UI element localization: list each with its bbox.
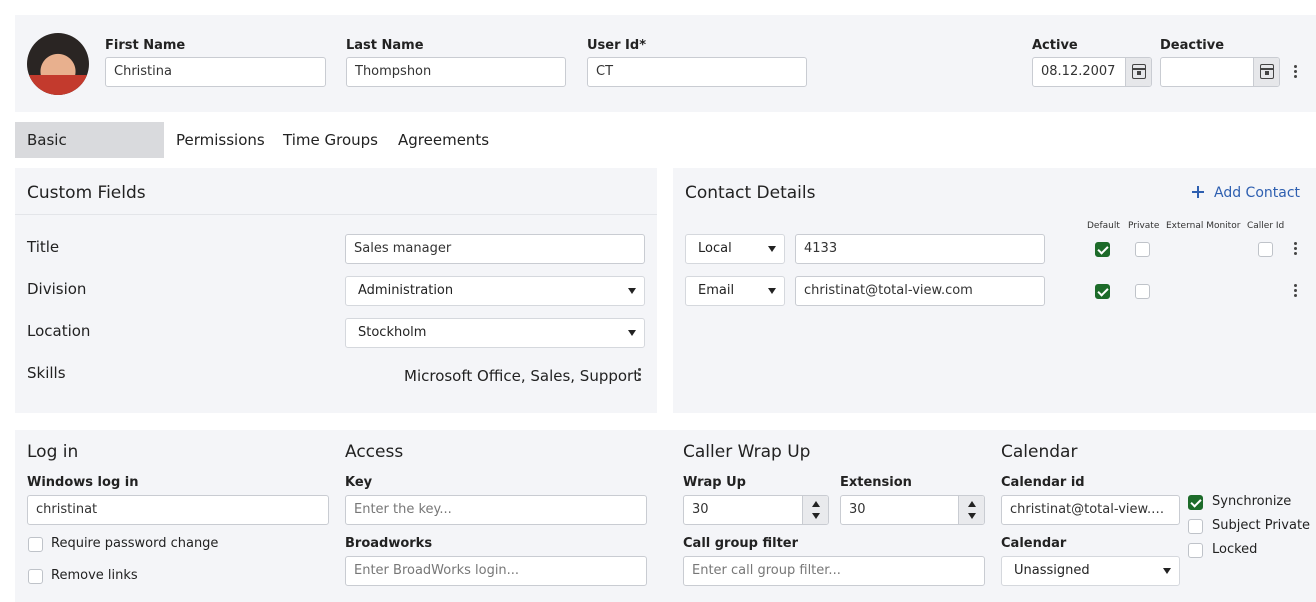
extension-spin-buttons[interactable]	[958, 496, 984, 524]
wrapup-title: Caller Wrap Up	[683, 442, 811, 462]
last-name-field[interactable]: Thompshon	[346, 57, 566, 87]
calendar-icon	[1260, 64, 1274, 79]
active-date-field[interactable]: 08.12.2007	[1032, 57, 1152, 87]
chevron-down-icon	[1163, 568, 1171, 574]
division-select[interactable]: Administration	[345, 276, 645, 306]
extension-stepper[interactable]: 30	[840, 495, 985, 525]
chevron-down-icon	[628, 330, 636, 336]
calendar-icon	[1132, 64, 1146, 79]
calendar-id-label: Calendar id	[1001, 475, 1085, 490]
divider	[15, 214, 657, 215]
title-label: Title	[27, 238, 60, 256]
calendar-id-field[interactable]: christinat@total-view.com	[1001, 495, 1180, 525]
add-contact-button[interactable]: Add Contact	[1192, 185, 1300, 201]
division-value: Administration	[358, 283, 454, 298]
subject-private-checkbox[interactable]	[1188, 519, 1203, 534]
default-checkbox[interactable]	[1095, 284, 1110, 299]
location-value: Stockholm	[358, 325, 427, 340]
chevron-down-icon	[768, 246, 776, 252]
private-checkbox[interactable]	[1135, 242, 1150, 257]
arrow-up-icon	[968, 501, 976, 507]
location-label: Location	[27, 322, 91, 340]
locked-checkbox[interactable]	[1188, 543, 1203, 558]
remove-links-checkbox[interactable]	[28, 569, 43, 584]
call-group-filter-label: Call group filter	[683, 536, 799, 551]
wrapup-stepper[interactable]: 30	[683, 495, 829, 525]
column-external-monitor: External Monitor	[1166, 221, 1241, 231]
remove-links-label: Remove links	[51, 568, 138, 583]
contact-value-field[interactable]: christinat@total-view.com	[795, 276, 1045, 306]
contact-type-select[interactable]: Email	[685, 276, 785, 306]
calendar-title: Calendar	[1001, 442, 1078, 462]
calendar-label: Calendar	[1001, 536, 1067, 551]
subject-private-label: Subject Private	[1212, 518, 1311, 533]
avatar[interactable]	[27, 33, 89, 95]
custom-fields-title: Custom Fields	[27, 183, 146, 203]
login-title: Log in	[27, 442, 79, 462]
broadworks-label: Broadworks	[345, 536, 433, 551]
wrapup-spin-buttons[interactable]	[802, 496, 828, 524]
broadworks-input[interactable]: Enter BroadWorks login...	[345, 556, 647, 586]
deactive-date-picker-button[interactable]	[1253, 58, 1279, 86]
arrow-down-icon	[812, 513, 820, 519]
tab-basic-information[interactable]: Basic Information	[15, 122, 164, 185]
default-checkbox[interactable]	[1095, 242, 1110, 257]
last-name-label: Last Name	[346, 38, 424, 53]
arrow-up-icon	[812, 501, 820, 507]
deactive-label: Deactive	[1160, 38, 1225, 53]
calendar-select[interactable]: Unassigned	[1001, 556, 1180, 586]
synchronize-checkbox[interactable]	[1188, 495, 1203, 510]
column-caller-id: Caller Id	[1247, 221, 1285, 231]
wrapup-value: 30	[692, 502, 709, 517]
user-id-label: User Id*	[587, 38, 646, 53]
chevron-down-icon	[628, 288, 636, 294]
contact-details-title: Contact Details	[685, 183, 816, 203]
active-date-picker-button[interactable]	[1125, 58, 1151, 86]
contact-more-icon[interactable]	[1293, 282, 1299, 300]
arrow-down-icon	[968, 513, 976, 519]
tab-agreements[interactable]: Agreements	[386, 122, 501, 158]
user-id-field[interactable]: CT	[587, 57, 807, 87]
contact-type-value: Email	[698, 283, 735, 298]
extension-value: 30	[849, 502, 866, 517]
chevron-down-icon	[768, 288, 776, 294]
tab-permissions[interactable]: Permissions	[164, 122, 277, 158]
contact-value-field[interactable]: 4133	[795, 234, 1045, 264]
first-name-field[interactable]: Christina	[105, 57, 326, 87]
title-field[interactable]: Sales manager	[345, 234, 645, 264]
key-input[interactable]: Enter the key...	[345, 495, 647, 525]
contact-type-select[interactable]: Local	[685, 234, 785, 264]
wrapup-label: Wrap Up	[683, 475, 746, 490]
plus-icon	[1192, 186, 1204, 198]
synchronize-label: Synchronize	[1212, 494, 1292, 509]
private-checkbox[interactable]	[1135, 284, 1150, 299]
locked-label: Locked	[1212, 542, 1258, 557]
skills-value: Microsoft Office, Sales, Support	[404, 367, 640, 385]
location-select[interactable]: Stockholm	[345, 318, 645, 348]
active-label: Active	[1032, 38, 1078, 53]
call-group-filter-input[interactable]: Enter call group filter...	[683, 556, 985, 586]
calendar-value: Unassigned	[1014, 563, 1090, 578]
windows-login-field[interactable]: christinat	[27, 495, 329, 525]
access-title: Access	[345, 442, 404, 462]
column-default: Default	[1087, 221, 1120, 231]
extension-label: Extension	[840, 475, 912, 490]
tab-time-groups[interactable]: Time Groups	[271, 122, 390, 158]
header-more-icon[interactable]	[1293, 63, 1299, 81]
skills-label: Skills	[27, 364, 66, 382]
require-password-label: Require password change	[51, 536, 219, 551]
caller-id-checkbox[interactable]	[1258, 242, 1273, 257]
windows-login-label: Windows log in	[27, 475, 139, 490]
contact-more-icon[interactable]	[1293, 240, 1299, 258]
add-contact-label: Add Contact	[1214, 185, 1301, 201]
contact-type-value: Local	[698, 241, 732, 256]
division-label: Division	[27, 280, 87, 298]
active-date-value: 08.12.2007	[1041, 64, 1116, 79]
key-label: Key	[345, 475, 373, 490]
skills-more-icon[interactable]	[637, 366, 643, 384]
column-private: Private	[1128, 221, 1160, 231]
deactive-date-field[interactable]	[1160, 57, 1280, 87]
require-password-checkbox[interactable]	[28, 537, 43, 552]
first-name-label: First Name	[105, 38, 186, 53]
